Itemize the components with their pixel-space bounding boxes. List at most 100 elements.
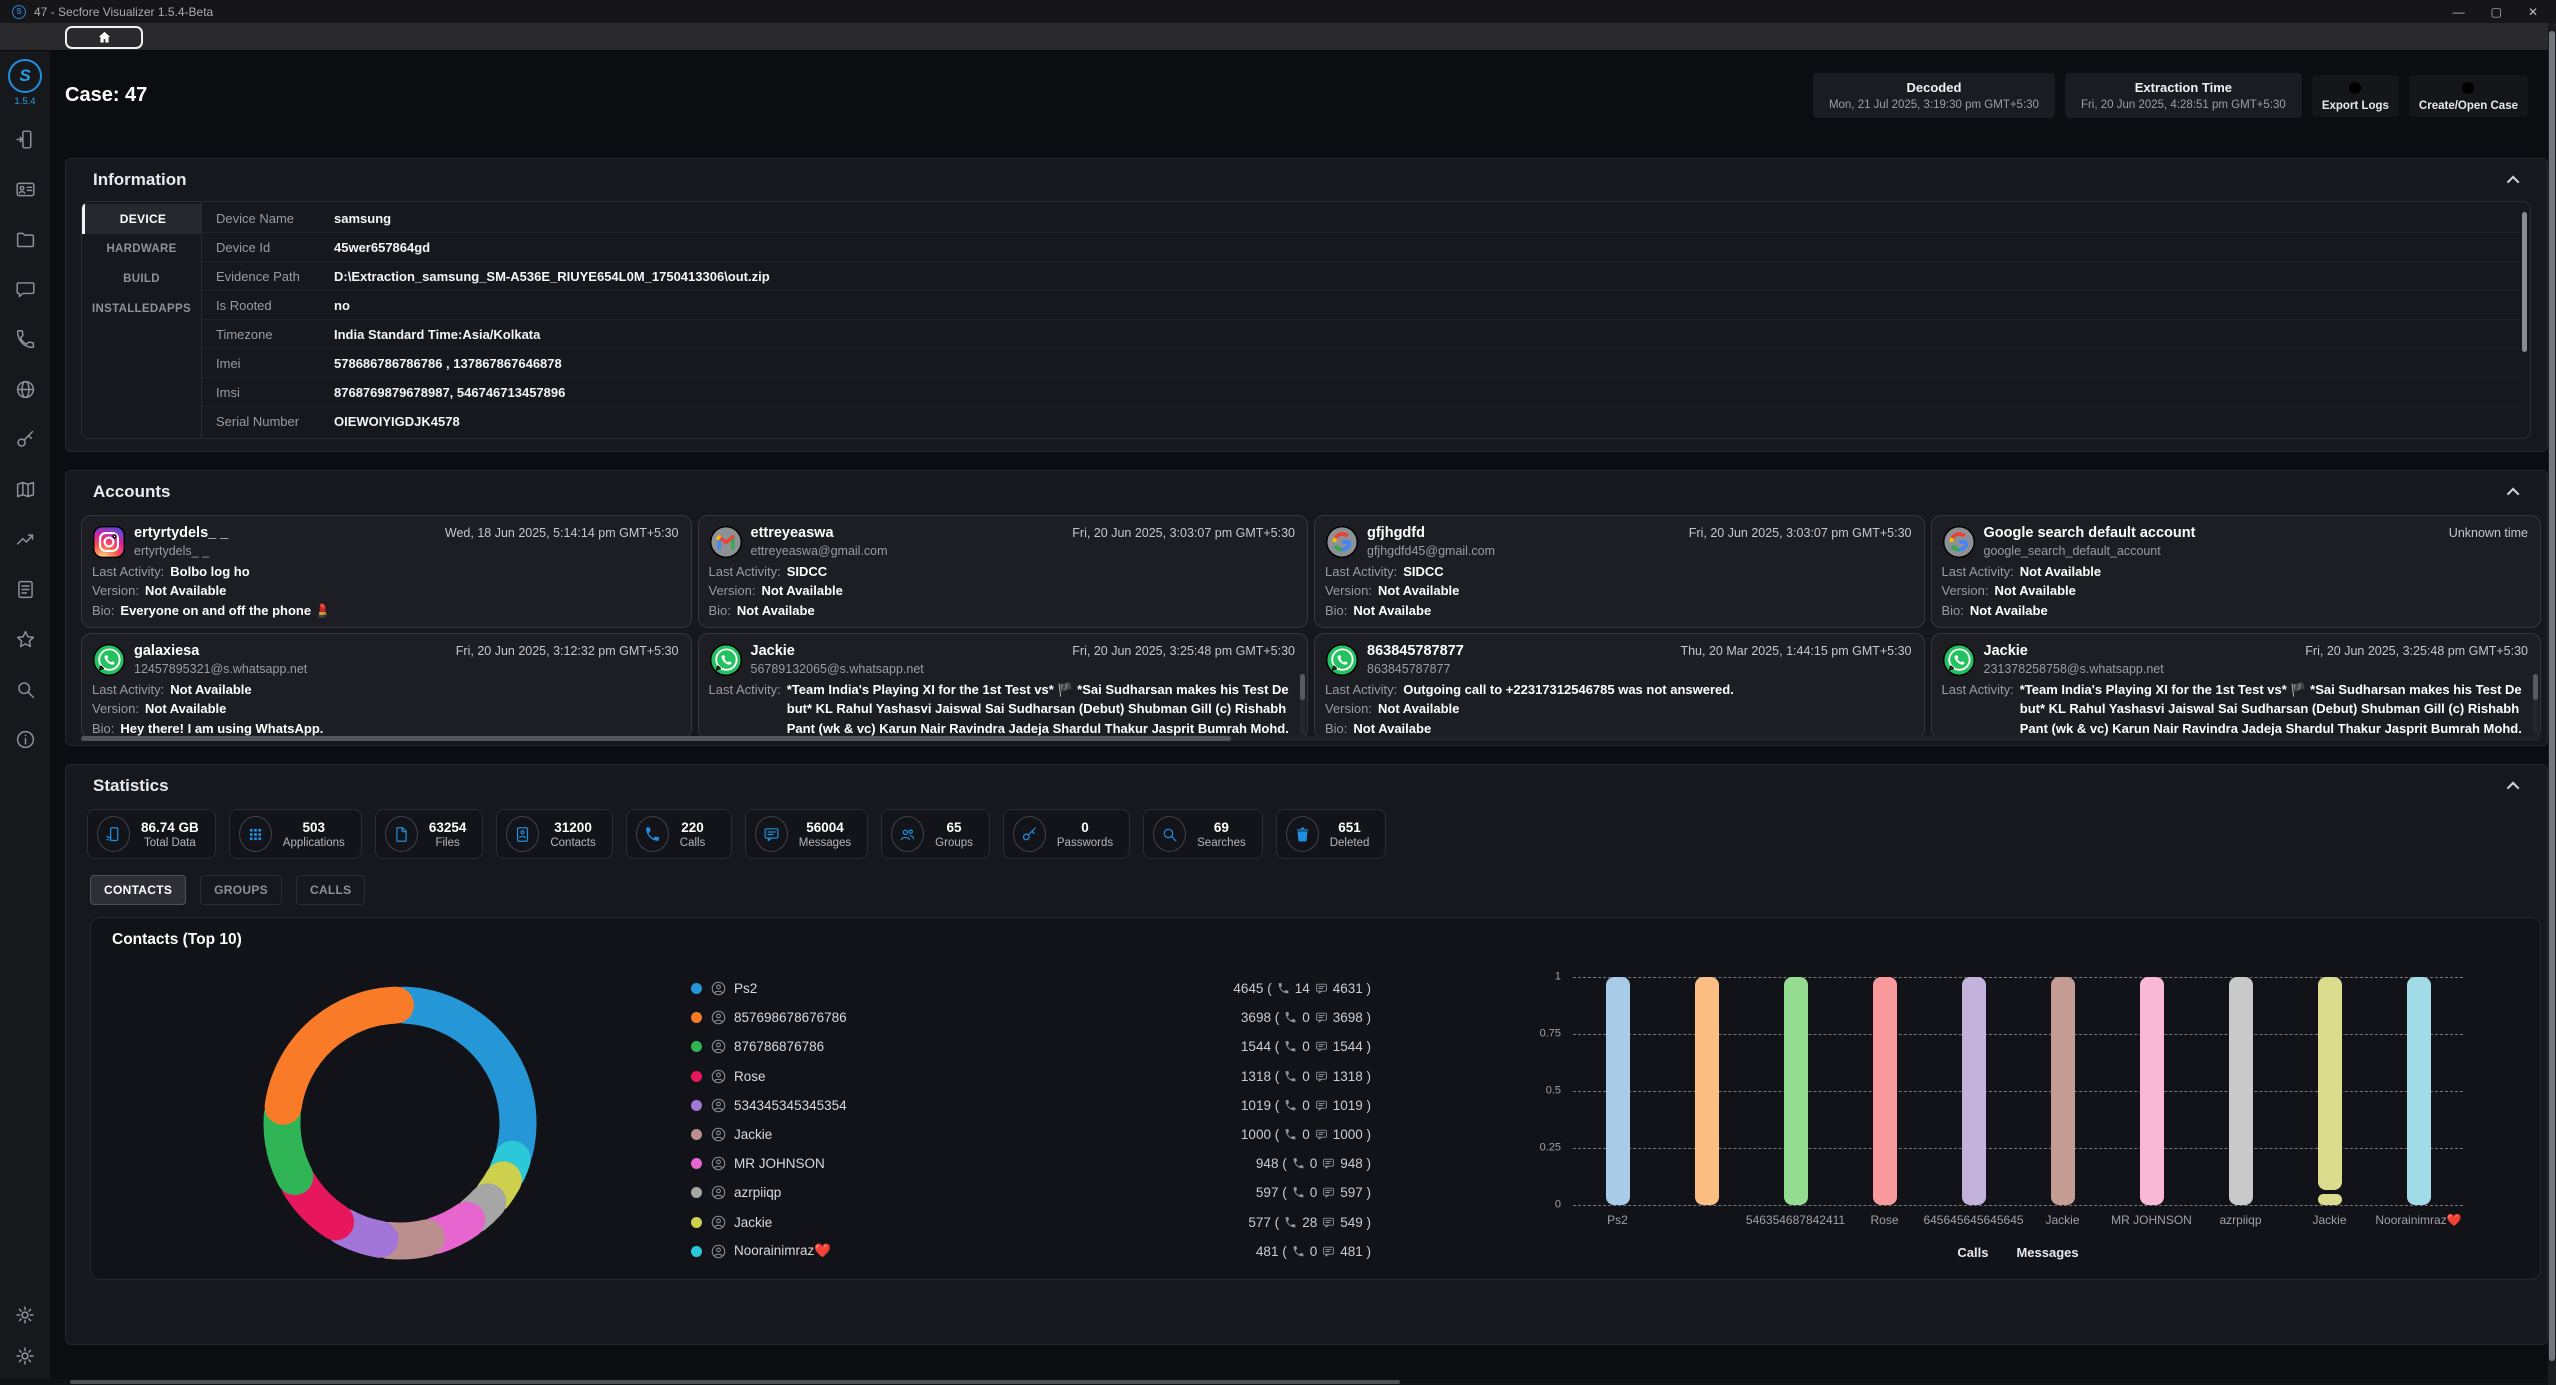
tab-groups[interactable]: GROUPS [200,875,282,905]
contact-row[interactable]: 8576986786767863698 (03698 ) [691,1003,1371,1032]
contact-total: 1544 ( [1241,1039,1279,1054]
information-scrollbar[interactable] [2520,202,2530,438]
bar[interactable] [1962,977,1986,1205]
sidebar-item-key-icon[interactable] [15,429,36,450]
contact-counts: 1019 (01019 ) [1241,1098,1371,1113]
tab-calls[interactable]: CALLS [296,875,366,905]
legend-item-messages[interactable]: Messages [2016,1245,2078,1260]
home-tab-button[interactable] [65,26,143,49]
sidebar-item-globe-icon[interactable] [15,379,36,400]
contact-row[interactable]: Jackie577 (28549 ) [691,1208,1371,1237]
bar[interactable] [1695,977,1719,1205]
card-scrollbar[interactable] [2533,674,2538,734]
sidebar-item-phone-icon[interactable] [15,329,36,350]
tab-contacts[interactable]: CONTACTS [90,875,186,905]
avatar-icon [711,1098,726,1113]
sidebar-item-star-icon[interactable] [15,629,36,650]
decoded-value: Mon, 21 Jul 2025, 3:19:30 pm GMT+5:30 [1829,99,2039,111]
sidebar-item-contact-card-icon[interactable] [15,179,36,200]
account-timestamp: Thu, 20 Mar 2025, 1:44:15 pm GMT+5:30 [1680,644,1911,658]
contact-row[interactable]: 5343453453453541019 (01019 ) [691,1091,1371,1120]
contact-total: 1019 ( [1241,1098,1279,1113]
sidebar-item-info-icon[interactable] [15,729,36,750]
sidebar-item-search-icon[interactable] [15,679,36,700]
legend-item-calls[interactable]: Calls [1957,1245,1988,1260]
accounts-horizontal-scrollbar[interactable] [81,736,2541,741]
info-tab-device[interactable]: DEVICE [82,204,201,234]
sidebar-item-folder-icon[interactable] [15,229,36,250]
bar-segment-calls[interactable] [2318,1194,2342,1205]
message-icon [1315,1128,1328,1141]
stat-badge-label: Messages [799,837,851,849]
bar[interactable] [2051,977,2075,1205]
account-timestamp: Fri, 20 Jun 2025, 3:25:48 pm GMT+5:30 [1072,644,1295,658]
contact-messages: 1544 ) [1333,1039,1371,1054]
sidebar-item-map-icon[interactable] [15,479,36,500]
contact-messages: 1019 ) [1333,1098,1371,1113]
bar[interactable] [1873,977,1897,1205]
contact-row[interactable]: Rose1318 (01318 ) [691,1062,1371,1091]
window-vertical-scrollbar[interactable] [2548,23,2556,1385]
bar[interactable] [2140,977,2164,1205]
phone-icon [1292,1186,1305,1199]
sidebar-item-trend-icon[interactable] [15,529,36,550]
sidebar-item-settings-icon[interactable] [15,1346,35,1371]
download-icon [2347,80,2363,96]
phone-icon [15,329,36,350]
collapse-chevron-icon[interactable] [2507,175,2520,188]
account-name: ertyrtydels_ _ [134,525,228,541]
info-row-value: India Standard Time:Asia/Kolkata [320,327,540,342]
field-label: Bio: [92,601,114,620]
field-label: Bio: [1325,719,1347,738]
whatsapp-icon [709,643,743,677]
info-row-value: 8768769879678987, 546746713457896 [320,385,565,400]
info-tab-hardware[interactable]: HARDWARE [82,234,201,264]
contact-row[interactable]: azrpiiqp597 (0597 ) [691,1178,1371,1207]
collapse-chevron-icon[interactable] [2507,487,2520,500]
field-label: Version: [92,699,139,718]
contact-row[interactable]: MR JOHNSON948 (0948 ) [691,1149,1371,1178]
contacts-donut-chart[interactable] [245,968,555,1278]
info-row-label: Evidence Path [202,269,320,284]
maximize-button[interactable]: ▢ [2491,5,2502,19]
contacts-bar-chart[interactable]: 10.750.50.250Ps2546354687842411Rose64564… [1531,963,2471,1273]
home-icon [97,30,112,45]
contact-name: azrpiiqp [734,1185,781,1200]
stat-badge-label: Calls [680,837,706,849]
account-card: gfjhgdfdgfjhgdfd45@gmail.comFri, 20 Jun … [1314,515,1925,628]
stat-badge-deleted: 651Deleted [1276,809,1387,859]
settings-outline-icon [15,1305,35,1325]
donut-segment[interactable] [283,1005,395,1106]
contact-card-icon [15,179,36,200]
contact-row[interactable]: 8767868767861544 (01544 ) [691,1032,1371,1061]
donut-segment[interactable] [405,1005,518,1150]
contact-row[interactable]: Noorainimraz❤️481 (0481 ) [691,1237,1371,1266]
bar[interactable] [1606,977,1630,1205]
bar-segment-messages[interactable] [2318,977,2342,1190]
sidebar-item-settings-outline-icon[interactable] [15,1305,35,1330]
sidebar-item-chat-icon[interactable] [15,279,36,300]
minimize-button[interactable]: — [2453,5,2465,19]
info-row-value: 578686786786786 , 137867867646878 [320,356,562,371]
window-horizontal-scrollbar[interactable] [0,1379,2548,1385]
contact-row[interactable]: Jackie1000 (01000 ) [691,1120,1371,1149]
create-open-case-button[interactable]: Create/Open Case [2409,75,2528,117]
bar[interactable] [2229,977,2253,1205]
sidebar-item-notes-icon[interactable] [15,579,36,600]
bar[interactable] [2407,977,2431,1205]
contact-calls: 0 [1310,1156,1318,1171]
y-axis-tick: 0 [1555,1198,1561,1210]
statistics-title: Statistics [93,776,169,796]
map-icon [15,479,36,500]
sidebar-item-device-extraction-icon[interactable] [15,129,36,150]
collapse-chevron-icon[interactable] [2507,781,2520,794]
bar[interactable] [1784,977,1808,1205]
field-label: Bio: [1325,601,1347,620]
contact-row[interactable]: Ps24645 (144631 ) [691,974,1371,1003]
card-scrollbar[interactable] [1300,674,1305,734]
info-tab-build[interactable]: BUILD [82,264,201,294]
export-logs-button[interactable]: Export Logs [2312,75,2399,117]
close-button[interactable]: ✕ [2528,5,2538,19]
info-tab-installedapps[interactable]: INSTALLEDAPPS [82,294,201,324]
stat-badge-total-data: 86.74 GBTotal Data [87,809,216,859]
